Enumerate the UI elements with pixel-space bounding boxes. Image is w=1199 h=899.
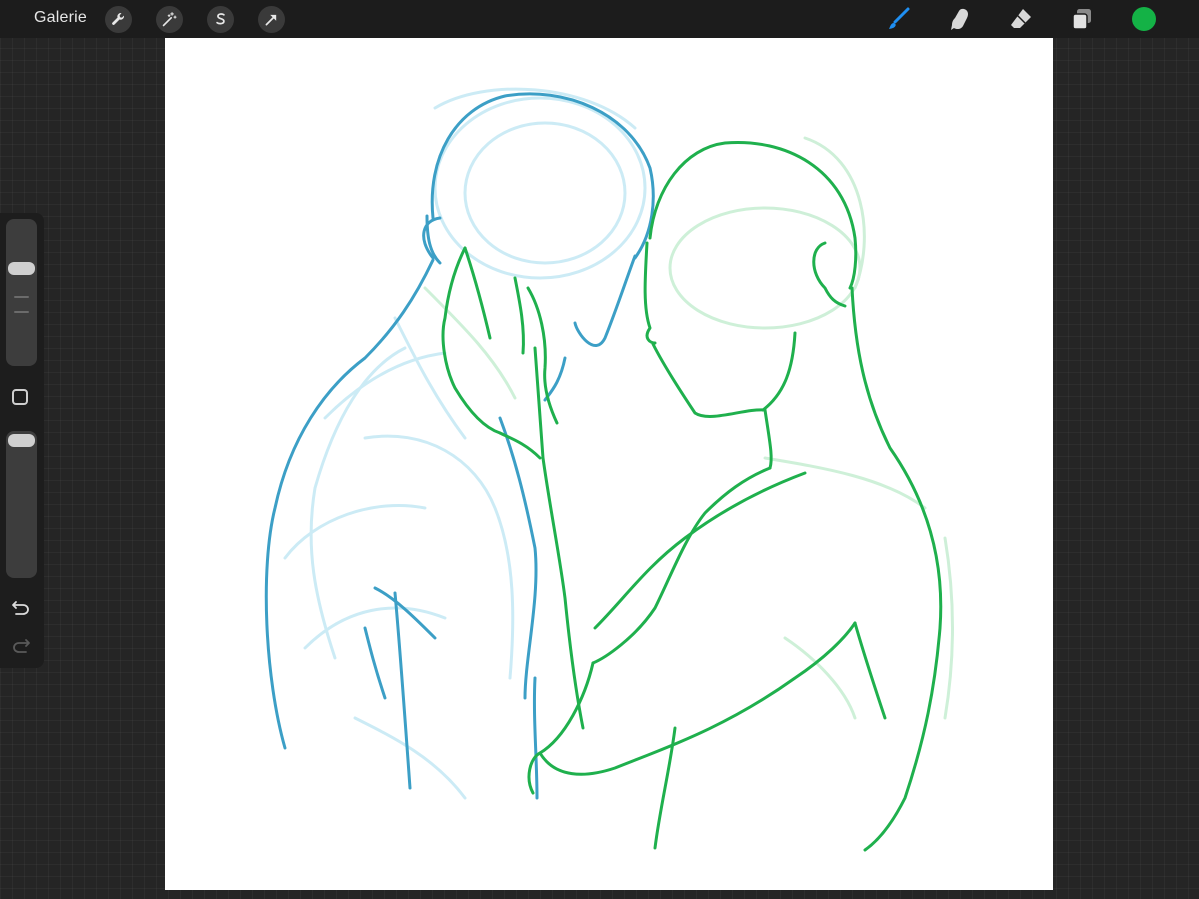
blue-construction-lines — [283, 87, 647, 800]
undo-arrow-icon[interactable] — [10, 597, 32, 619]
figure-sketch — [264, 87, 954, 852]
blue-figure-lines — [264, 92, 655, 800]
redo-arrow-icon[interactable] — [10, 635, 32, 657]
opacity-thumb[interactable] — [8, 434, 35, 447]
brush-button[interactable] — [885, 5, 913, 33]
transform-button[interactable] — [258, 6, 285, 33]
slider-tick — [14, 296, 29, 298]
layers-icon — [1072, 9, 1091, 30]
actions-button[interactable] — [105, 6, 132, 33]
selection-button[interactable] — [207, 6, 234, 33]
left-sidebar — [0, 213, 44, 668]
brush-size-slider[interactable] — [6, 219, 37, 366]
smudge-button[interactable] — [946, 5, 974, 33]
brush-size-thumb[interactable] — [8, 262, 35, 275]
brush-icon — [889, 7, 910, 29]
magic-wand-icon — [162, 12, 177, 27]
gallery-button[interactable]: Galerie — [34, 9, 87, 27]
adjustments-button[interactable] — [156, 6, 183, 33]
top-toolbar: Galerie — [0, 0, 1199, 38]
layers-button[interactable] — [1068, 5, 1096, 33]
arrow-cursor-icon — [265, 14, 277, 26]
slider-tick — [14, 311, 29, 313]
color-picker-button[interactable] — [1132, 7, 1156, 31]
selection-s-icon — [216, 13, 225, 25]
drawing-canvas[interactable] — [165, 38, 1053, 890]
eraser-button[interactable] — [1007, 5, 1035, 33]
opacity-slider[interactable] — [6, 431, 37, 578]
smudge-finger-icon — [951, 8, 968, 30]
wrench-icon — [112, 13, 125, 25]
green-figure-lines — [441, 140, 943, 852]
eraser-icon — [1011, 9, 1031, 28]
modify-button[interactable] — [12, 389, 28, 405]
